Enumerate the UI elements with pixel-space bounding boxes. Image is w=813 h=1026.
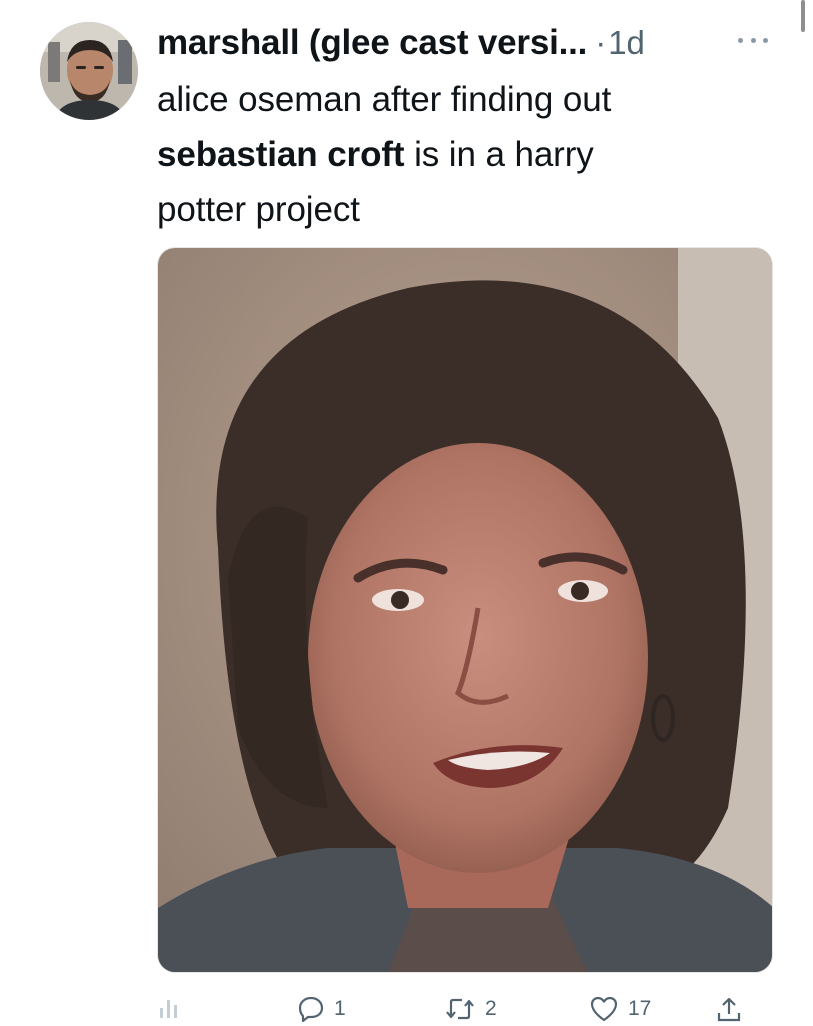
photo-image <box>158 248 772 972</box>
avatar[interactable] <box>40 22 138 120</box>
reply-count: 1 <box>334 997 346 1020</box>
like-button[interactable]: 17 <box>590 996 651 1022</box>
retweet-icon <box>446 998 474 1020</box>
tweet-timestamp[interactable]: 1d <box>608 24 645 62</box>
tweet-text-line-3: potter project <box>157 190 360 229</box>
user-avatar-icon <box>40 22 138 120</box>
more-horizontal-icon[interactable] <box>738 30 768 50</box>
tweet-actions: 1 2 17 <box>150 996 770 1026</box>
reply-icon <box>298 996 324 1022</box>
tweet-text: alice oseman after finding out sebastian… <box>157 72 757 237</box>
retweet-count: 2 <box>485 997 497 1020</box>
reply-button[interactable]: 1 <box>298 996 346 1022</box>
scroll-indicator[interactable] <box>801 0 805 32</box>
like-icon <box>590 996 618 1022</box>
author-display-name[interactable]: marshall (glee cast versi... <box>157 23 587 63</box>
header-separator: · <box>595 24 607 61</box>
tweet-header: marshall (glee cast versi... · 1d <box>157 19 767 67</box>
tweet-text-line-2: sebastian croft is in a harry <box>157 127 757 182</box>
tweet-media-photo[interactable] <box>157 247 773 973</box>
share-button[interactable] <box>716 996 742 1024</box>
share-icon <box>717 997 741 1022</box>
analytics-icon <box>160 1000 177 1018</box>
like-count: 17 <box>628 997 652 1020</box>
analytics-button[interactable] <box>158 996 180 1018</box>
retweet-button[interactable]: 2 <box>445 996 497 1022</box>
tweet-text-line-2-rest: is in a harry <box>404 135 594 174</box>
tweet-text-line-1: alice oseman after finding out <box>157 80 612 119</box>
mentioned-name[interactable]: sebastian croft <box>157 135 405 174</box>
